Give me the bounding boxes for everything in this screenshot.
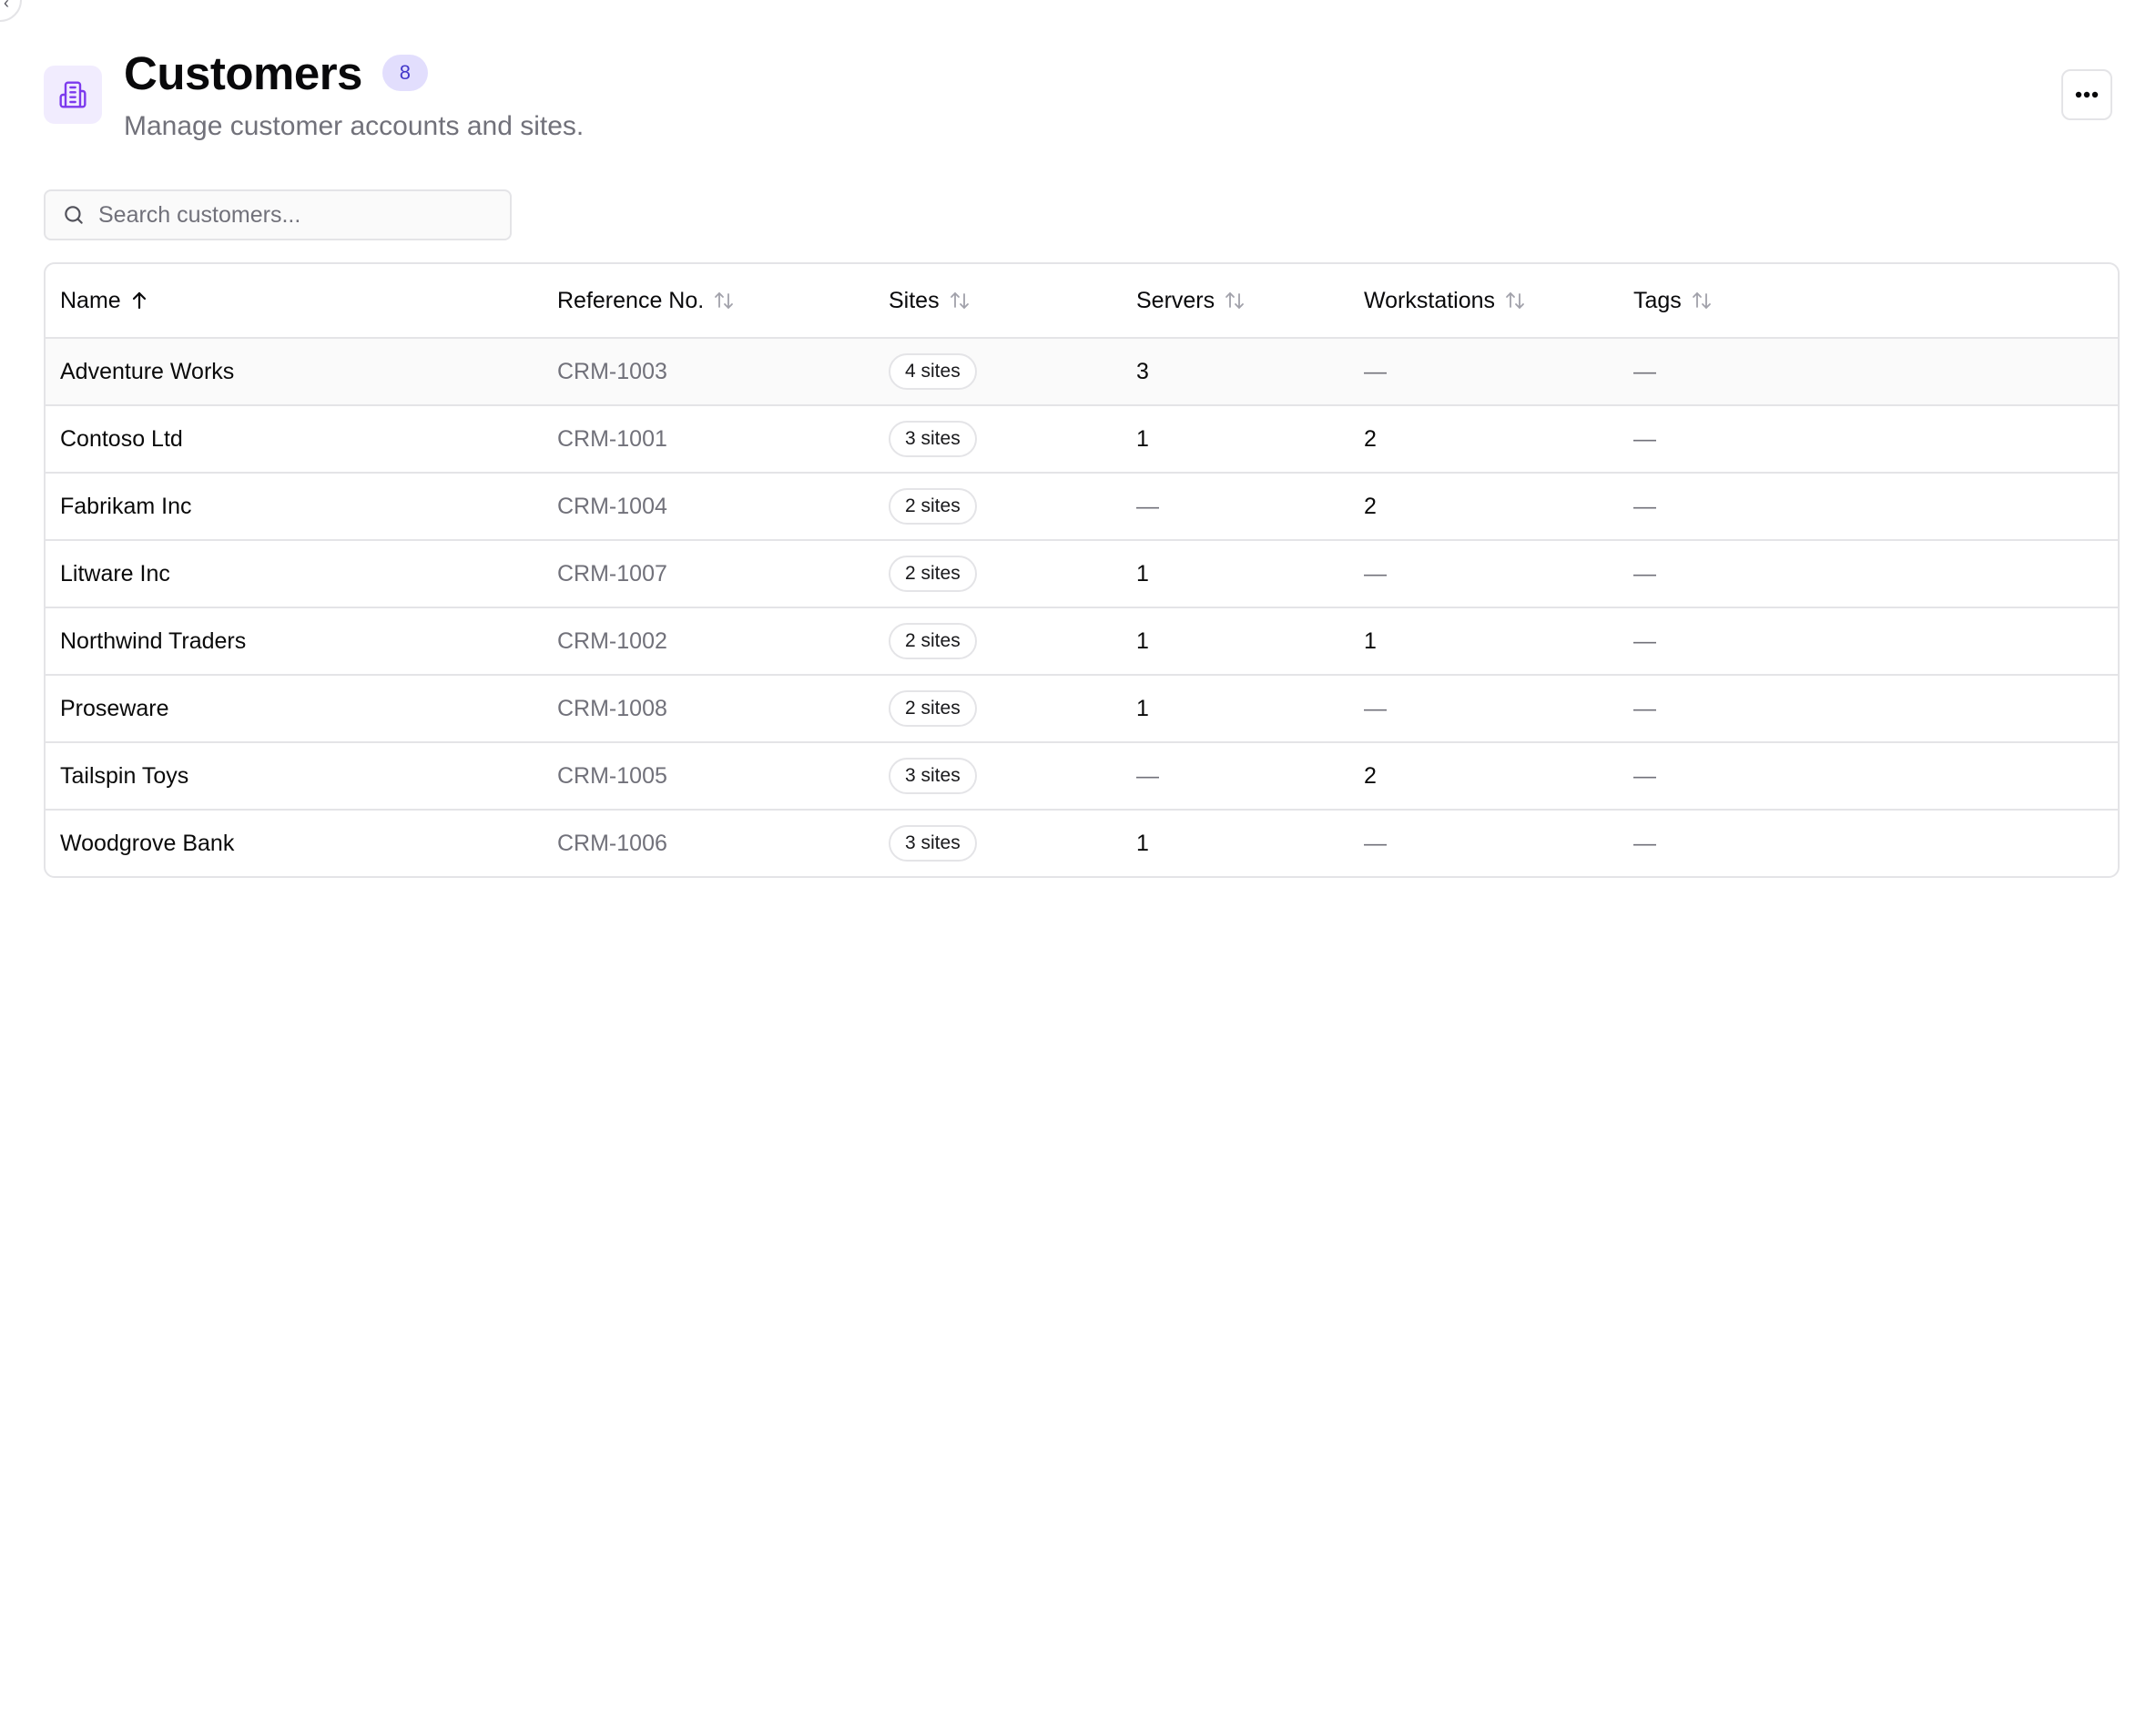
search-input[interactable] [98, 201, 481, 229]
workstations-count: 2 [1364, 425, 1377, 452]
customer-name: Northwind Traders [60, 627, 247, 654]
search-icon [65, 206, 83, 224]
column-header-label: Sites [889, 287, 940, 313]
servers-count: — [1136, 493, 1159, 519]
reference-number: CRM-1003 [557, 358, 667, 384]
servers-count: 3 [1136, 358, 1149, 384]
reference-number: CRM-1008 [557, 695, 667, 721]
tags-value: — [1633, 695, 1656, 721]
reference-number: CRM-1001 [557, 425, 667, 452]
count-badge: 8 [381, 55, 428, 91]
servers-count: 1 [1136, 830, 1149, 856]
column-header-tags[interactable]: Tags [1619, 288, 2118, 314]
workstations-count: — [1364, 830, 1387, 856]
servers-count: 1 [1136, 627, 1149, 654]
sort-icon [1224, 291, 1246, 311]
workstations-count: 2 [1364, 762, 1377, 789]
table-row[interactable]: Adventure Works CRM-1003 4 sites 3 — — [46, 337, 2118, 404]
column-header-sites[interactable]: Sites [874, 288, 1122, 314]
sort-icon [1691, 291, 1713, 311]
page-title: Customers [124, 46, 362, 99]
tags-value: — [1633, 560, 1656, 586]
more-horizontal-icon [2075, 91, 2099, 98]
table-row[interactable]: Tailspin Toys CRM-1005 3 sites — 2 — [46, 741, 2118, 809]
more-options-button[interactable] [2061, 69, 2112, 120]
customer-name: Fabrikam Inc [60, 493, 192, 519]
tags-value: — [1633, 425, 1656, 452]
customer-name: Woodgrove Bank [60, 830, 235, 856]
tags-value: — [1633, 493, 1656, 519]
page-header: Customers 8 Manage customer accounts and… [44, 46, 2112, 155]
customer-name: Proseware [60, 695, 169, 721]
customer-name: Tailspin Toys [60, 762, 189, 789]
sort-icon [713, 291, 735, 311]
sites-badge: 2 sites [889, 690, 977, 727]
servers-count: 1 [1136, 560, 1149, 586]
table-row[interactable]: Northwind Traders CRM-1002 2 sites 1 1 — [46, 607, 2118, 674]
servers-count: — [1136, 762, 1159, 789]
reference-number: CRM-1006 [557, 830, 667, 856]
workstations-count: — [1364, 695, 1387, 721]
column-header-label: Servers [1136, 287, 1215, 313]
table-row[interactable]: Litware Inc CRM-1007 2 sites 1 — — [46, 539, 2118, 607]
sites-badge: 3 sites [889, 758, 977, 794]
tags-value: — [1633, 358, 1656, 384]
table-row[interactable]: Proseware CRM-1008 2 sites 1 — — [46, 674, 2118, 741]
column-header-servers[interactable]: Servers [1122, 288, 1349, 314]
workstations-count: 1 [1364, 627, 1377, 654]
sites-badge: 4 sites [889, 353, 977, 390]
sort-icon [1504, 291, 1526, 311]
workstations-count: 2 [1364, 493, 1377, 519]
reference-number: CRM-1005 [557, 762, 667, 789]
column-header-label: Reference No. [557, 287, 705, 313]
customers-table: Name Reference No. Sites Servers Worksta… [44, 262, 2120, 878]
page-subtitle: Manage customer accounts and sites. [124, 111, 585, 141]
tags-value: — [1633, 762, 1656, 789]
back-button[interactable]: ‹ [0, 0, 22, 22]
workstations-count: — [1364, 358, 1387, 384]
building-icon [44, 66, 102, 124]
column-header-reference[interactable]: Reference No. [543, 288, 874, 314]
sort-icon [949, 291, 971, 311]
chevron-left-icon: ‹ [4, 0, 9, 12]
column-header-label: Tags [1633, 287, 1682, 313]
customer-name: Adventure Works [60, 358, 235, 384]
sort-ascending-icon [130, 291, 148, 311]
sites-badge: 3 sites [889, 421, 977, 457]
tags-value: — [1633, 830, 1656, 856]
sites-badge: 2 sites [889, 623, 977, 659]
column-header-workstations[interactable]: Workstations [1349, 288, 1619, 314]
customer-name: Contoso Ltd [60, 425, 183, 452]
reference-number: CRM-1002 [557, 627, 667, 654]
reference-number: CRM-1004 [557, 493, 667, 519]
column-header-label: Workstations [1364, 287, 1496, 313]
table-row[interactable]: Woodgrove Bank CRM-1006 3 sites 1 — — [46, 809, 2118, 876]
table-header-row: Name Reference No. Sites Servers Worksta… [46, 264, 2118, 337]
servers-count: 1 [1136, 695, 1149, 721]
column-header-label: Name [60, 287, 121, 313]
table-row[interactable]: Contoso Ltd CRM-1001 3 sites 1 2 — [46, 404, 2118, 472]
column-header-name[interactable]: Name [46, 288, 543, 314]
sites-badge: 2 sites [889, 556, 977, 592]
table-row[interactable]: Fabrikam Inc CRM-1004 2 sites — 2 — [46, 472, 2118, 539]
sites-badge: 3 sites [889, 825, 977, 862]
workstations-count: — [1364, 560, 1387, 586]
sites-badge: 2 sites [889, 488, 977, 525]
reference-number: CRM-1007 [557, 560, 667, 586]
tags-value: — [1633, 627, 1656, 654]
search-box[interactable] [44, 189, 512, 240]
servers-count: 1 [1136, 425, 1149, 452]
customer-name: Litware Inc [60, 560, 170, 586]
